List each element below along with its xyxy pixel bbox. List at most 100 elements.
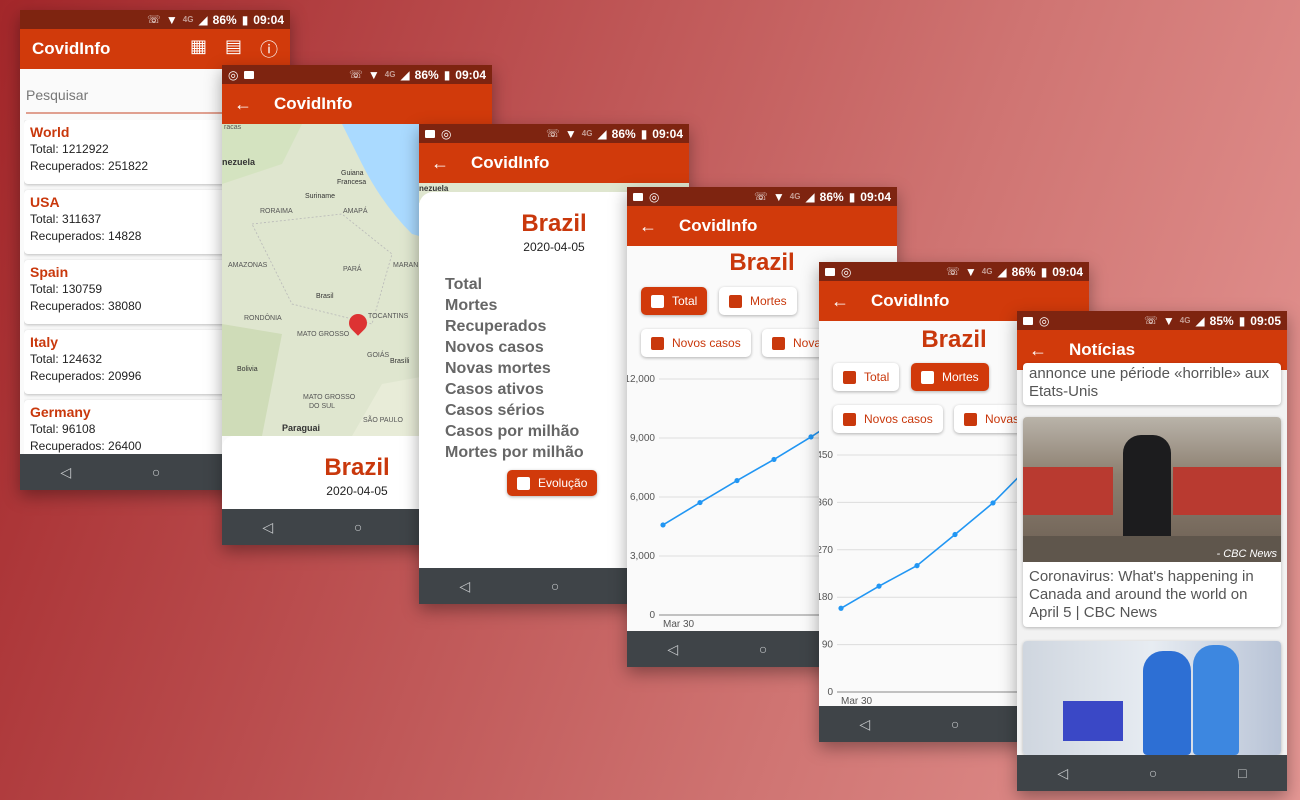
back-arrow-icon[interactable]: ← [831,291,871,312]
data-point[interactable] [660,522,666,528]
new-cases-button[interactable]: Novos casos [833,405,943,433]
map-label: DO SUL [309,403,336,410]
stat-label: Recuperados [445,318,547,335]
home-nav-icon[interactable]: ○ [152,464,160,480]
country-name: Spain [30,264,69,280]
back-arrow-icon[interactable]: ← [639,216,679,237]
data-point[interactable] [697,499,703,506]
country-name: USA [30,194,60,210]
data-point[interactable] [808,434,814,440]
info-icon[interactable]: ⓘ [260,36,278,62]
news-card[interactable]: - CBC News Coronavirus: What's happening… [1023,417,1281,627]
data-point[interactable] [771,456,777,463]
back-arrow-icon[interactable]: ← [234,94,274,115]
stat-label: Total [445,276,483,293]
app-bar: ← CovidInfo [222,84,492,124]
wifi-icon: ▼ [772,189,785,204]
signal-icon: ◢ [597,126,607,141]
battery-level: 86% [212,12,237,27]
country-total: Total: 124632 [30,352,103,366]
back-nav-icon[interactable]: ◁ [1057,765,1068,782]
country-name: World [30,124,70,140]
data-point[interactable] [990,500,996,506]
image-icon [425,129,435,138]
back-arrow-icon[interactable]: ← [431,153,471,174]
country-total: Total: 96108 [30,422,96,436]
signal-icon: ◢ [997,264,1007,279]
data-point[interactable] [914,563,920,569]
data-point[interactable] [952,531,958,538]
map-label: RONDÔNIA [244,315,282,322]
news-icon[interactable]: ▤ [225,36,242,62]
news-card[interactable] [1023,641,1281,755]
deaths-button[interactable]: Mortes [911,363,989,391]
bar-chart-icon [843,412,856,426]
clock: 09:05 [1250,313,1281,328]
recents-nav-icon[interactable]: □ [1238,765,1246,781]
home-nav-icon[interactable]: ○ [354,519,362,535]
network-label: 4G [1179,316,1191,325]
call-icon: ☏ [349,69,363,81]
map-label: AMAZONAS [228,262,268,269]
battery-icon: ▮ [848,189,856,204]
calendar-icon[interactable]: ▦ [190,36,207,62]
stat-label: Novas mortes [445,360,551,377]
signal-icon: ◢ [1195,313,1205,328]
new-deaths-label: Nova [793,336,822,350]
wifi-icon: ▼ [964,264,977,279]
back-nav-icon[interactable]: ◁ [667,641,678,658]
data-point[interactable] [838,605,844,611]
deaths-button[interactable]: Mortes [719,287,797,315]
total-button[interactable]: Total [833,363,900,391]
bar-chart-icon [651,294,664,308]
news-image-caption: - CBC News [1216,548,1277,560]
app-bar: CovidInfo ▦ ▤ ⓘ [20,29,290,69]
y-tick-label: 0 [649,610,655,621]
news-title: Notícias [1069,340,1136,359]
data-point[interactable] [734,477,740,484]
wifi-icon: ▼ [1162,313,1175,328]
home-nav-icon[interactable]: ○ [1149,765,1157,781]
country-total: Total: 130759 [30,282,103,296]
bar-chart-icon [517,476,530,490]
app-bar: ← CovidInfo [627,206,897,246]
map-label: RORAIMA [260,208,293,215]
network-label: 4G [789,192,801,201]
clock: 09:04 [652,126,683,141]
back-nav-icon[interactable]: ◁ [459,578,470,595]
whatsapp-icon: ◎ [228,67,239,82]
map-label: PARÁ [343,266,362,273]
y-tick-label: 3,000 [630,551,655,562]
back-nav-icon[interactable]: ◁ [859,716,870,733]
data-point[interactable] [876,583,882,589]
clock: 09:04 [455,67,486,82]
home-nav-icon[interactable]: ○ [951,716,959,732]
back-nav-icon[interactable]: ◁ [262,519,273,536]
back-arrow-icon[interactable]: ← [1029,340,1069,361]
stat-label: Casos sérios [445,402,545,419]
deaths-label: Mortes [750,294,787,308]
battery-level: 86% [1011,264,1036,279]
home-nav-icon[interactable]: ○ [759,641,767,657]
new-cases-button[interactable]: Novos casos [641,329,751,357]
y-tick-label: 180 [819,592,833,603]
call-icon: ☏ [754,191,768,203]
whatsapp-icon: ◎ [649,189,660,204]
wifi-icon: ▼ [564,126,577,141]
app-title: CovidInfo [871,291,950,310]
evolution-button[interactable]: Evolução [507,470,598,496]
map-label: MATO GROSSO [303,394,356,401]
home-nav-icon[interactable]: ○ [551,578,559,594]
new-cases-label: Novos casos [864,412,933,426]
back-nav-icon[interactable]: ◁ [60,464,71,481]
stats-list: Total Mortes Recuperados Novos casos Novas m… [445,276,584,465]
network-label: 4G [581,129,593,138]
country-total: Total: 311637 [30,212,102,226]
total-button[interactable]: Total [641,287,708,315]
news-card[interactable]: annonce une période «horrible» aux Etats… [1023,363,1281,405]
network-label: 4G [182,15,194,24]
call-icon: ☏ [946,266,960,278]
map-label: Brasil [316,293,334,300]
image-icon [633,192,643,201]
battery-level: 86% [414,67,439,82]
